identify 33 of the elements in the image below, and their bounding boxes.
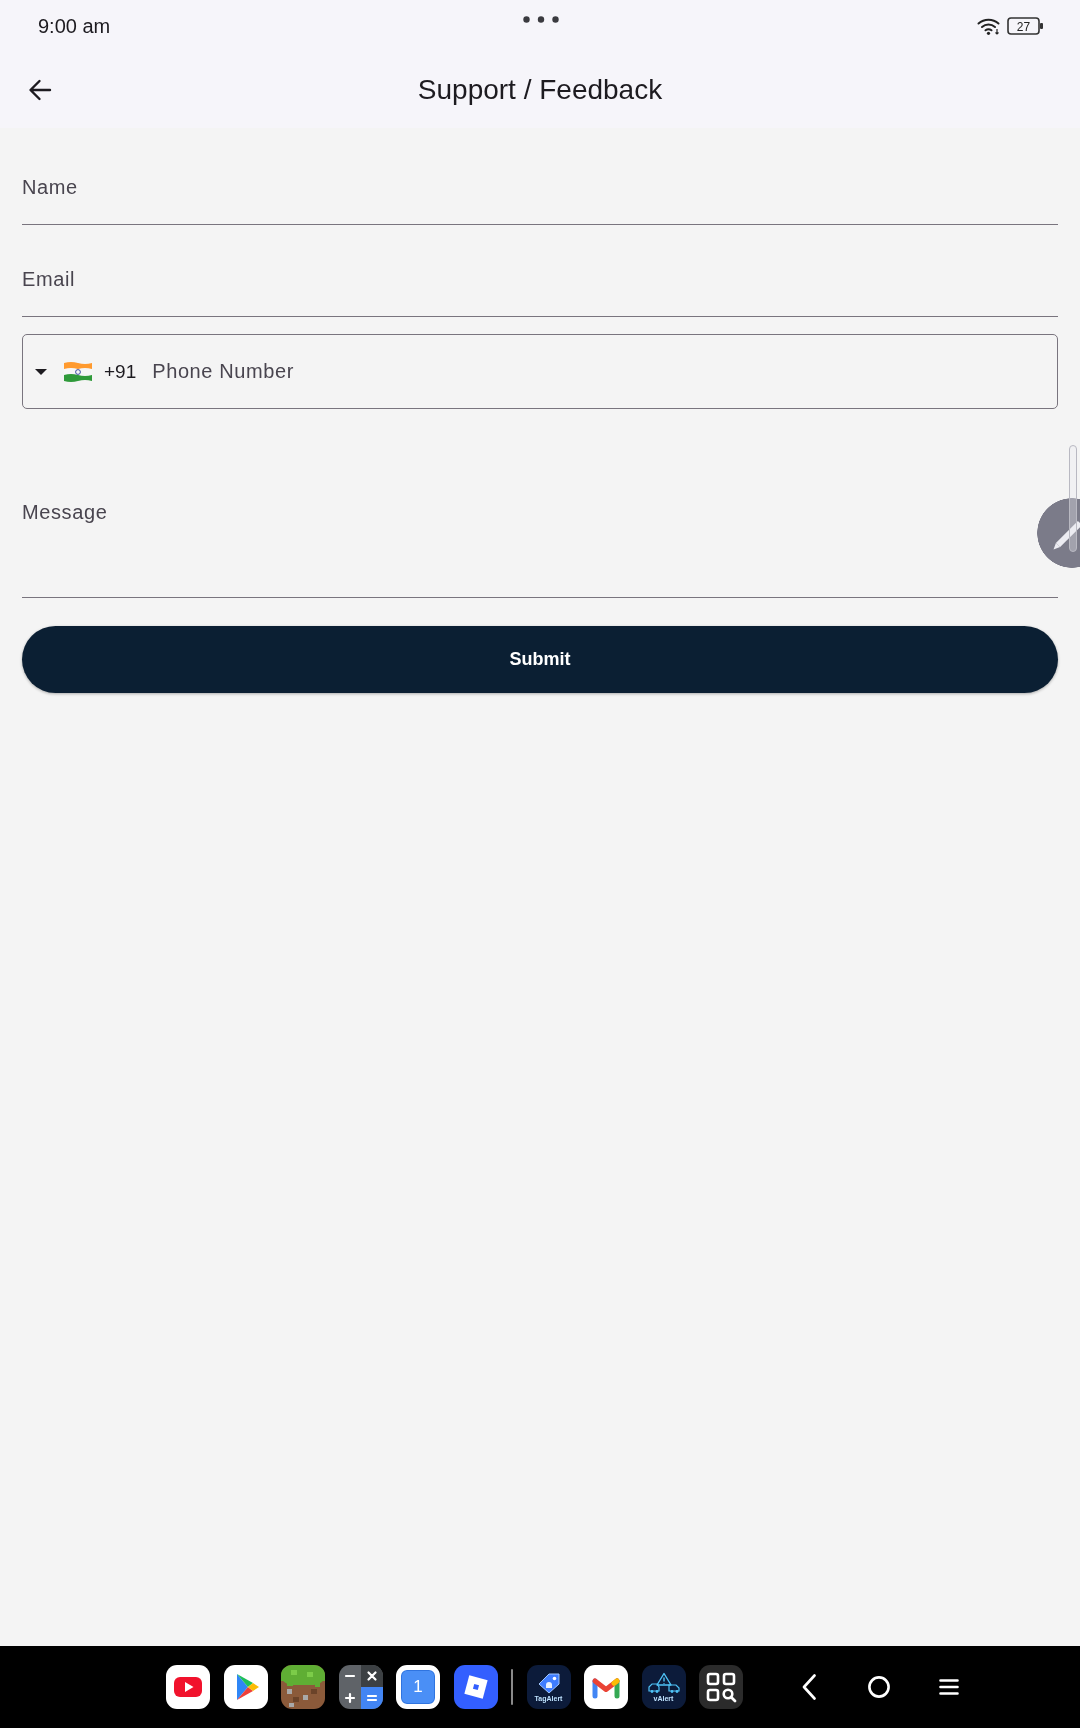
wifi-icon [977,17,1002,35]
mail-icon [584,1665,628,1709]
more-dots-icon [523,16,559,23]
grid-search-icon [699,1665,743,1709]
warning-triangle-icon [646,1671,681,1694]
calculator-icon [338,1665,383,1709]
phone-number-input[interactable]: Phone Number [152,335,1057,408]
app-button[interactable] [699,1665,743,1709]
app-button[interactable] [223,1665,268,1709]
battery-indicator: 27 [1007,17,1044,35]
app-button[interactable] [166,1665,210,1709]
text-input[interactable]: Name [22,150,1058,225]
submit-button[interactable]: Submit [22,626,1058,693]
play-icon [166,1665,210,1709]
app-button[interactable] [281,1665,325,1709]
home-circle-icon [868,1676,890,1698]
app-button[interactable] [338,1665,383,1709]
text-input[interactable]: Email [22,242,1058,317]
grass-block-icon [281,1665,325,1709]
tilted-square-icon [453,1665,498,1709]
back-arrow-icon [28,79,52,101]
dropdown-caret-icon [35,368,47,375]
status-time: 9:00 am [38,14,111,38]
app-button[interactable] [584,1665,628,1709]
country-code-picker[interactable]: +91 [35,360,137,383]
tag-icon [536,1671,561,1694]
multiline-input[interactable]: Message [22,426,1058,598]
app-button[interactable] [453,1665,498,1709]
menu-icon [939,1679,959,1695]
flag-icon [63,360,93,383]
phone-field[interactable]: +91 Phone Number [22,334,1058,409]
back-chevron-icon [802,1674,816,1700]
page-title: Support / Feedback [417,74,663,106]
